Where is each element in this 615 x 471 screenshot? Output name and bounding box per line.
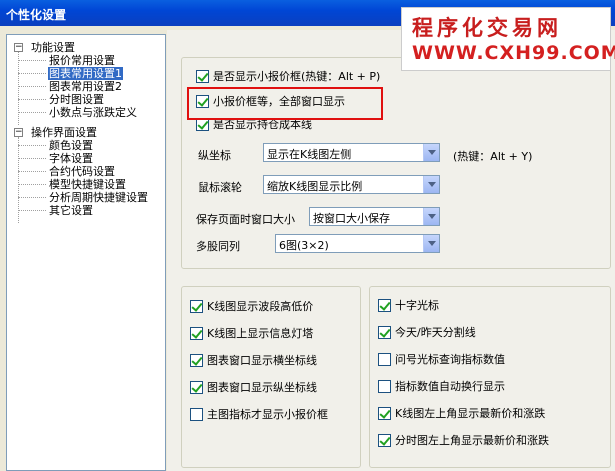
mouse-wheel-select[interactable]: 缩放K线图显示比例 [263,175,440,194]
y-axis-label: 纵坐标 [198,149,231,162]
watermark: 程序化交易网 WWW.CXH99.COM [401,7,615,71]
highlight-box [187,87,383,120]
settings-tree[interactable]: − 功能设置 报价常用设置 图表常用设置1 图表常用设置2 分时图设置 小数点与… [6,34,166,471]
tree-group-interface[interactable]: 操作界面设置 [31,126,97,139]
checkbox-checked-icon [196,69,209,83]
tree-item-decimal-settings[interactable]: 小数点与涨跌定义 [49,106,137,119]
question-cursor-query-checkbox[interactable]: 问号光标查询指标数值 [378,351,505,367]
y-axis-hotkey-hint: (热键：Alt + Y) [453,150,533,163]
checkbox-unchecked-icon [378,379,391,393]
crosshair-cursor-checkbox[interactable]: 十字光标 [378,297,439,313]
checkbox-unchecked-icon [190,407,203,421]
mouse-wheel-label: 鼠标滚轮 [198,181,242,194]
checkbox-checked-icon [378,433,391,447]
chevron-down-icon[interactable] [423,176,439,193]
tree-item-other-settings[interactable]: 其它设置 [49,204,93,217]
tree-item-model-hotkey-settings[interactable]: 模型快捷键设置 [49,178,126,191]
day-divider-checkbox[interactable]: 今天/昨天分割线 [378,324,476,340]
collapse-icon[interactable]: − [14,43,23,52]
tree-item-quote-settings[interactable]: 报价常用设置 [49,54,115,67]
show-wave-high-low-checkbox[interactable]: K线图显示波段高低价 [190,298,313,314]
window-size-label: 保存页面时窗口大小 [196,213,295,226]
checkbox-checked-icon [378,325,391,339]
checkbox-unchecked-icon [378,352,391,366]
checkbox-checked-icon [190,353,203,367]
tree-group-function[interactable]: 功能设置 [31,41,75,54]
watermark-text: 程序化交易网 [412,15,562,40]
tree-item-font-settings[interactable]: 字体设置 [49,152,93,165]
chevron-down-icon[interactable] [423,208,439,225]
watermark-url: WWW.CXH99.COM [412,42,615,64]
tree-item-chart-settings-2[interactable]: 图表常用设置2 [49,80,122,93]
tree-line [18,60,46,61]
collapse-icon[interactable]: − [14,128,23,137]
window-title: 个性化设置 [6,8,67,22]
tree-line [18,171,46,172]
tree-line [18,52,19,125]
checkbox-checked-icon [378,298,391,312]
kline-latest-price-checkbox[interactable]: K线图左上角显示最新价和涨跌 [378,405,545,421]
window-size-select[interactable]: 按窗口大小保存 [309,207,440,226]
show-vertical-grid-checkbox[interactable]: 图表窗口显示纵坐标线 [190,379,317,395]
show-horizontal-grid-checkbox[interactable]: 图表窗口显示横坐标线 [190,352,317,368]
tree-line [18,145,46,146]
tree-item-chart-settings-1[interactable]: 图表常用设置1 [48,67,123,80]
tree-item-timeshare-settings[interactable]: 分时图设置 [49,93,104,106]
tree-item-contract-code-settings[interactable]: 合约代码设置 [49,165,115,178]
tree-item-color-settings[interactable]: 颜色设置 [49,139,93,152]
timeshare-latest-price-checkbox[interactable]: 分时图左上角显示最新价和涨跌 [378,432,549,448]
tree-line [18,210,46,211]
multi-chart-select[interactable]: 6图(3×2) [275,234,440,253]
checkbox-checked-icon [190,299,203,313]
indicator-auto-wrap-checkbox[interactable]: 指标数值自动换行显示 [378,378,505,394]
checkbox-checked-icon [190,380,203,394]
checkbox-checked-icon [378,406,391,420]
show-info-lighthouse-checkbox[interactable]: K线图上显示信息灯塔 [190,325,313,341]
tree-line [18,184,46,185]
checkbox-checked-icon [190,326,203,340]
y-axis-select[interactable]: 显示在K线图左侧 [263,143,440,162]
tree-line [18,86,46,87]
show-mini-quote-checkbox[interactable]: 是否显示小报价框(热键：Alt + P) [196,68,380,84]
chevron-down-icon[interactable] [423,144,439,161]
tree-item-period-hotkey-settings[interactable]: 分析周期快捷键设置 [49,191,148,204]
chevron-down-icon[interactable] [423,235,439,252]
tree-line [18,197,46,198]
multi-chart-label: 多股同列 [196,240,240,253]
main-indicator-mini-quote-checkbox[interactable]: 主图指标才显示小报价框 [190,406,328,422]
tree-line [18,99,46,100]
tree-line [18,158,46,159]
tree-line [18,112,46,113]
tree-line [18,73,46,74]
